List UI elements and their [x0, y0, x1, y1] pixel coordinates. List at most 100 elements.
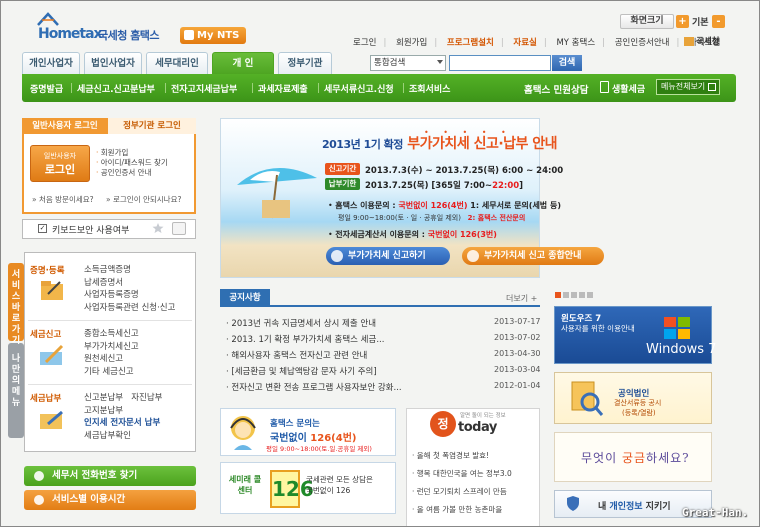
- tab-individual-business[interactable]: 개인사업자: [22, 52, 80, 74]
- today-item[interactable]: 올 여름 가볼 만한 농촌마을: [412, 504, 502, 515]
- banner-pager-dot[interactable]: [587, 292, 593, 298]
- certificate-info-link[interactable]: 공인인증서 안내: [96, 168, 168, 178]
- my-nts-label: My NTS: [197, 30, 240, 41]
- login-button[interactable]: 일반사용자 로그인: [30, 145, 90, 182]
- nav-divider: [165, 83, 166, 93]
- tab-corporate-business[interactable]: 법인사업자: [84, 52, 142, 74]
- tab-user-login[interactable]: 일반사용자 로그인: [22, 118, 108, 134]
- windows-logo-icon: [664, 317, 690, 339]
- login-help: » 처음 방문이세요? » 로그인이 안되시나요?: [32, 194, 191, 205]
- search-scope-value: 통합검색: [374, 58, 406, 68]
- help-number: 국번없이 126(4번): [270, 433, 357, 444]
- notice-payment-link[interactable]: 고지분납부: [84, 405, 163, 418]
- vat-report-button[interactable]: 부가가치세 신고하기: [326, 247, 450, 265]
- income-amount-cert-link[interactable]: 소득금액증명: [84, 264, 175, 277]
- today-item[interactable]: 런던 모기퇴치 스프레이 만듬: [412, 486, 507, 497]
- notice-more-link[interactable]: 더보기 +: [506, 293, 537, 304]
- certificate-guide-link[interactable]: 공인인증서안내: [615, 38, 670, 48]
- my-nts-button[interactable]: My NTS: [180, 27, 246, 44]
- banner-pager-dot[interactable]: [555, 292, 561, 298]
- today-item[interactable]: 올해 첫 폭염경보 발효!: [412, 450, 489, 461]
- tax-payment-cert-link[interactable]: 납세증명서: [84, 277, 175, 290]
- nav-tax-report[interactable]: 세금신고.신고분납부: [77, 82, 155, 95]
- login-trouble-link[interactable]: » 로그인이 안되시나요?: [106, 195, 181, 204]
- login-button-label: 로그인: [44, 163, 76, 176]
- business-registration-cert-link[interactable]: 사업자등록증명: [84, 289, 175, 302]
- hometax-logo[interactable]: Hometax: [38, 26, 103, 42]
- vat-guide-button[interactable]: 부가가치세 신고 종합안내: [462, 247, 604, 265]
- all-menu-button[interactable]: 메뉴전체보기: [656, 79, 720, 95]
- other-tax-report-link[interactable]: 기타 세금신고: [84, 366, 139, 379]
- tab-individual[interactable]: 개 인: [212, 52, 274, 74]
- service-hours-button[interactable]: 서비스별 이용시간: [24, 490, 196, 510]
- tab-my-menu[interactable]: 나만의메뉴: [8, 348, 24, 409]
- tab-tax-agent[interactable]: 세무대리인: [146, 52, 208, 74]
- find-id-password-link[interactable]: 아이디/패스워드 찾기: [96, 158, 168, 168]
- nav-certificates[interactable]: 증명발급: [30, 82, 63, 95]
- nav-e-notice-payment[interactable]: 전자고지세금납부: [171, 82, 237, 95]
- tax-payment-list: 신고분납부 자진납부 고지분납부 인지세 전자문서 납부 세금납부확인: [84, 392, 163, 442]
- chevron-down-icon: [437, 60, 443, 67]
- zoom-value: 기본: [692, 18, 709, 28]
- withholding-report-link[interactable]: 원천세신고: [84, 353, 139, 366]
- zoom-out-button[interactable]: -: [712, 15, 725, 28]
- divider: [28, 320, 192, 321]
- tab-service-shortcut[interactable]: 서비스바로가기: [8, 264, 24, 347]
- nav-life-tax[interactable]: 생활세금: [612, 82, 645, 95]
- notice-date: 2013-04-30: [494, 349, 541, 358]
- hometax-logo-icon: [37, 12, 59, 26]
- notice-item[interactable]: 해외사용자 홈택스 전자신고 관련 안내: [226, 349, 526, 361]
- nav-tax-documents[interactable]: 세무서류신고.신청: [324, 82, 394, 95]
- vat-report-link[interactable]: 부가가치세신고: [84, 341, 139, 354]
- phone-lookup-button[interactable]: 세무서 전화번호 찾기: [24, 466, 196, 486]
- help-title: 홈택스 문의는: [270, 419, 320, 429]
- help-icon[interactable]: [172, 222, 186, 235]
- search-scope-select[interactable]: 통합검색: [370, 55, 446, 71]
- zoom-label: 화면크기: [620, 14, 674, 29]
- payment-check-link[interactable]: 세금납부확인: [84, 430, 163, 443]
- banner-pager-dot[interactable]: [571, 292, 577, 298]
- nav-tax-data-submit[interactable]: 과세자료제출: [258, 82, 308, 95]
- search-button[interactable]: 검색: [552, 55, 582, 71]
- notice-item[interactable]: 2013. 1기 확정 부가가치세 홈택스 세금...: [226, 333, 526, 345]
- my-hometax-link[interactable]: MY 홈택스: [556, 38, 595, 48]
- today-item[interactable]: 행복 대한민국을 여는 정부3.0: [412, 468, 512, 479]
- search-input[interactable]: [449, 55, 551, 71]
- comprehensive-income-report-link[interactable]: 종합소득세신고: [84, 328, 139, 341]
- program-install-link[interactable]: 프로그램설치: [447, 38, 494, 48]
- category-tax-payment: 세금납부: [30, 394, 62, 404]
- nav-inquiry-service[interactable]: 조회서비스: [409, 82, 450, 95]
- banner-pager-dot[interactable]: [579, 292, 585, 298]
- report-payment-link[interactable]: 신고분납부 자진납부: [84, 392, 163, 405]
- notice-item[interactable]: 2013년 귀속 지급명세서 상시 제출 안내: [226, 317, 526, 329]
- document-search-icon: [571, 381, 604, 416]
- notice-item[interactable]: 전자신고 변환 전송 프로그램 사용자보안 강화...: [226, 381, 526, 393]
- service-hours-label: 서비스별 이용시간: [52, 494, 126, 505]
- payment-icon: [40, 410, 63, 429]
- stamp-tax-payment-link[interactable]: 인지세 전자문서 납부: [84, 417, 163, 430]
- keyboard-security-checkbox[interactable]: ✓: [38, 224, 47, 233]
- tab-government[interactable]: 정부기관: [278, 52, 332, 74]
- headset-agent-icon: [230, 416, 256, 450]
- nav-civil-consult[interactable]: 홈택스 민원상담: [524, 82, 589, 96]
- signup-link[interactable]: 회원가입: [396, 38, 427, 48]
- banner-title: 2013년 1기 확정 부가가치세 신고·납부 안내: [322, 136, 558, 152]
- banner-pager-dot[interactable]: [563, 292, 569, 298]
- login-link[interactable]: 로그인: [353, 38, 376, 48]
- notice-item[interactable]: [세금환급 및 체납액탕감 문자 사기 주의]: [226, 365, 526, 377]
- first-visit-link[interactable]: » 처음 방문이세요?: [32, 195, 94, 204]
- tab-notice[interactable]: 공지사항: [220, 289, 270, 307]
- public-corp-subtitle: 결산서류등 공시: [614, 399, 662, 407]
- nav-divider: [252, 83, 253, 93]
- resources-link[interactable]: 자료실: [513, 38, 536, 48]
- nts-link[interactable]: 국세청: [684, 35, 719, 47]
- business-registration-apply-link[interactable]: 사업자등록관련 신청·신고: [84, 302, 175, 315]
- voluntary-payment-link[interactable]: 자진납부: [131, 393, 162, 403]
- tab-gov-login[interactable]: 정부기관 로그인: [108, 118, 196, 134]
- signup-link[interactable]: 회원가입: [96, 148, 168, 158]
- all-menu-label: 메뉴전체보기: [661, 82, 706, 91]
- nav-divider: [403, 83, 404, 93]
- zoom-in-button[interactable]: +: [676, 15, 689, 28]
- nav-divider: [71, 83, 72, 93]
- notice-date: 2013-07-17: [494, 317, 541, 326]
